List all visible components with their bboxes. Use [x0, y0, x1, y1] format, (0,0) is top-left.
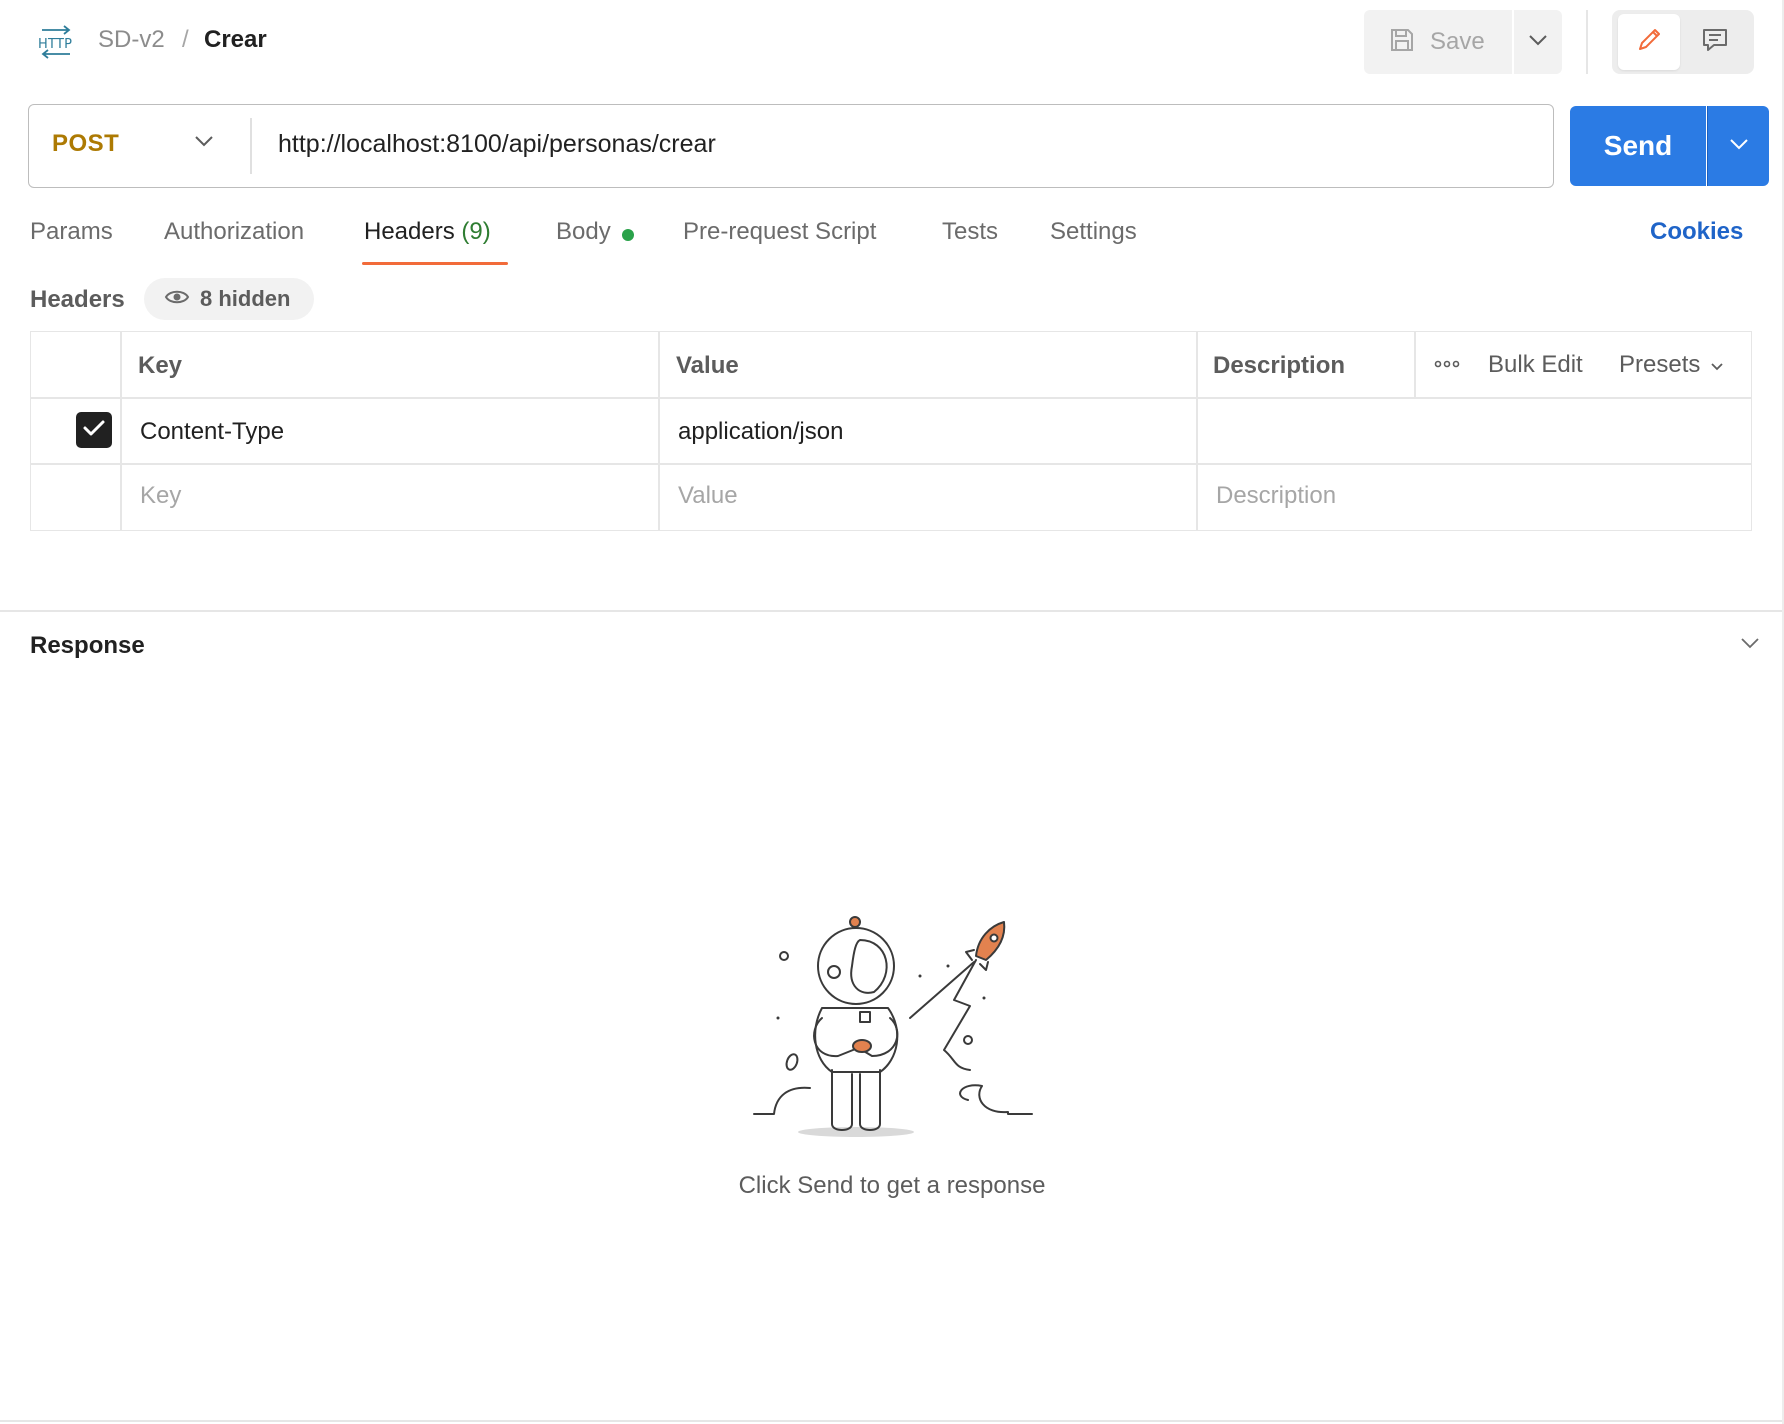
url-bar — [28, 104, 1554, 188]
collapse-response-icon[interactable] — [1740, 636, 1760, 654]
chevron-down-icon — [1528, 33, 1548, 51]
table-divider — [658, 331, 660, 531]
column-header-value: Value — [676, 352, 739, 379]
bottom-border — [0, 1420, 1784, 1422]
tab-headers-count: (9) — [461, 218, 491, 245]
new-header-key-input[interactable]: Key — [140, 482, 181, 510]
bulk-edit-button[interactable]: Bulk Edit — [1488, 351, 1583, 379]
table-divider — [120, 331, 122, 531]
column-header-description: Description — [1213, 352, 1346, 379]
breadcrumb-current[interactable]: Crear — [204, 26, 267, 54]
header-enabled-checkbox[interactable] — [76, 412, 112, 448]
more-options-icon[interactable] — [1434, 352, 1462, 376]
edit-mode-button[interactable] — [1618, 14, 1680, 70]
pencil-icon — [1634, 25, 1664, 60]
tab-body[interactable]: Body — [556, 218, 611, 246]
new-header-value-input[interactable]: Value — [678, 482, 738, 510]
save-options-button[interactable] — [1514, 10, 1562, 74]
method-select[interactable]: POST — [52, 130, 119, 158]
comments-button[interactable] — [1684, 14, 1746, 70]
hidden-headers-label: 8 hidden — [200, 286, 291, 311]
table-divider — [30, 397, 1752, 399]
new-header-description-input[interactable]: Description — [1216, 482, 1336, 510]
astronaut-illustration-icon — [748, 910, 1038, 1138]
cookies-link[interactable]: Cookies — [1650, 218, 1743, 246]
tab-authorization[interactable]: Authorization — [164, 218, 304, 246]
breadcrumb-separator: / — [182, 26, 189, 53]
empty-response-message: Click Send to get a response — [738, 1172, 1046, 1199]
tab-params[interactable]: Params — [30, 218, 113, 246]
tab-settings[interactable]: Settings — [1050, 218, 1137, 246]
send-options-button[interactable] — [1707, 106, 1769, 186]
svg-text:HTTP: HTTP — [38, 37, 72, 52]
checkmark-icon — [82, 418, 106, 443]
tab-tests[interactable]: Tests — [942, 218, 998, 246]
comment-icon — [1700, 25, 1730, 60]
header-key-cell[interactable]: Content-Type — [140, 418, 284, 446]
eye-icon — [164, 288, 190, 311]
http-icon: HTTP — [36, 24, 76, 60]
save-label: Save — [1430, 28, 1485, 55]
chevron-down-icon — [1710, 351, 1724, 379]
save-icon — [1388, 26, 1416, 59]
response-title: Response — [30, 632, 145, 659]
presets-dropdown[interactable]: Presets — [1619, 351, 1724, 379]
tab-headers[interactable]: Headers (9) — [364, 218, 491, 246]
chevron-down-icon — [1729, 137, 1749, 155]
save-button[interactable]: Save — [1364, 10, 1512, 74]
response-divider[interactable] — [0, 610, 1784, 612]
table-divider — [1414, 331, 1416, 397]
presets-label: Presets — [1619, 351, 1701, 378]
send-button[interactable]: Send — [1570, 106, 1706, 186]
breadcrumb-parent[interactable]: SD-v2 — [98, 26, 165, 54]
tab-pre-request-script[interactable]: Pre-request Script — [683, 218, 876, 246]
url-input[interactable]: http://localhost:8100/api/personas/crear — [278, 130, 716, 159]
hidden-headers-toggle[interactable]: 8 hidden — [144, 278, 314, 320]
column-header-key: Key — [138, 352, 183, 379]
chevron-down-icon[interactable] — [194, 134, 214, 152]
url-separator — [250, 118, 252, 174]
header-value-cell[interactable]: application/json — [678, 418, 843, 446]
tab-headers-label: Headers — [364, 218, 455, 245]
table-divider — [1196, 331, 1198, 531]
toolbar-divider — [1586, 10, 1588, 74]
active-tab-indicator — [362, 262, 508, 265]
table-divider — [30, 463, 1752, 465]
body-modified-dot — [622, 229, 634, 241]
headers-section-title: Headers — [30, 286, 125, 313]
